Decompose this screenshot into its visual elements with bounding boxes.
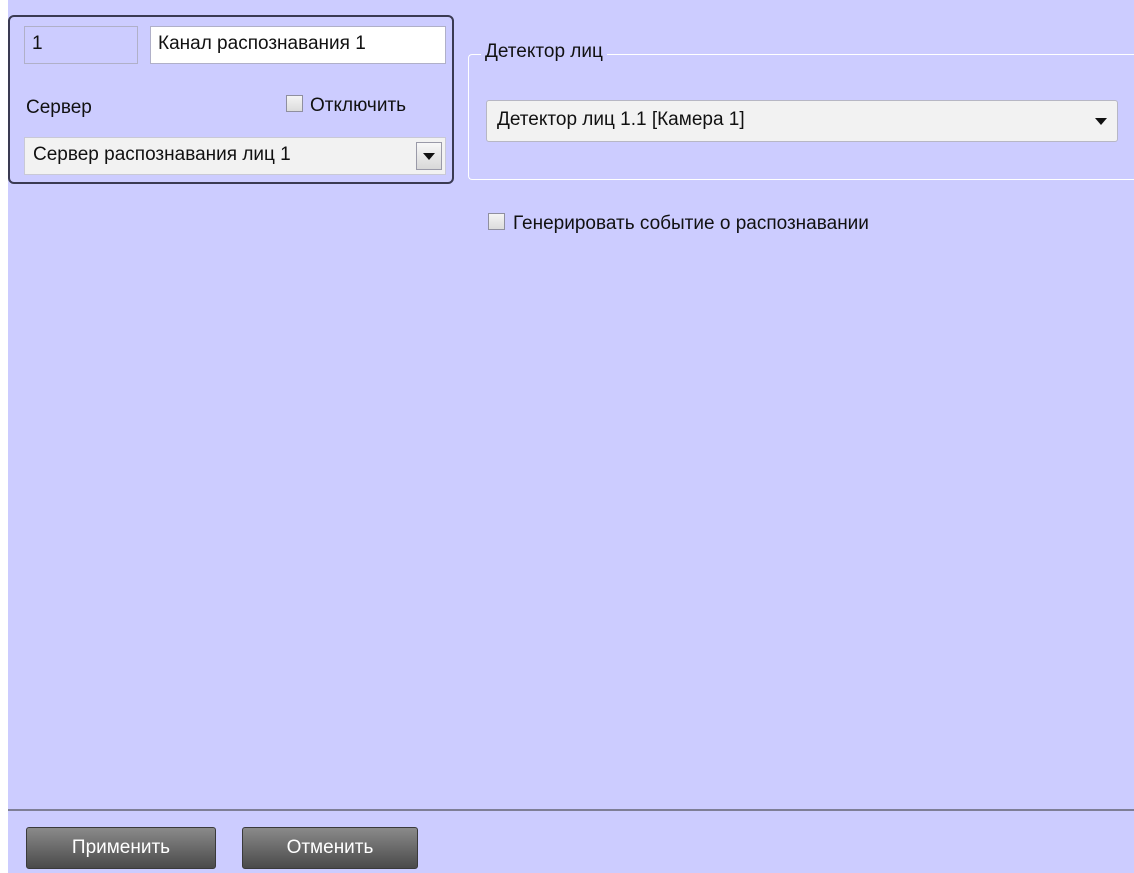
footer-bar: Применить Отменить bbox=[8, 809, 1134, 873]
face-detector-select[interactable]: Детектор лиц 1.1 [Камера 1] bbox=[486, 100, 1118, 142]
checkbox-icon[interactable] bbox=[488, 213, 505, 231]
server-label: Сервер bbox=[26, 97, 92, 118]
disable-checkbox[interactable]: Отключить bbox=[286, 95, 406, 117]
face-detector-group: Детектор лиц Детектор лиц 1.1 [Камера 1] bbox=[468, 41, 1134, 180]
object-name-field[interactable]: Канал распознавания 1 bbox=[150, 26, 446, 64]
chevron-down-icon bbox=[423, 152, 435, 160]
server-select-value: Сервер распознавания лиц 1 bbox=[33, 144, 291, 165]
cancel-button[interactable]: Отменить bbox=[242, 827, 418, 869]
face-detector-select-value: Детектор лиц 1.1 [Камера 1] bbox=[497, 109, 745, 130]
object-id-field[interactable]: 1 bbox=[24, 26, 138, 64]
apply-button[interactable]: Применить bbox=[26, 827, 216, 869]
generate-event-label: Генерировать событие о распознавании bbox=[513, 213, 869, 234]
server-select[interactable]: Сервер распознавания лиц 1 bbox=[24, 137, 446, 175]
server-select-button[interactable] bbox=[416, 142, 442, 170]
checkbox-icon[interactable] bbox=[286, 95, 303, 113]
disable-checkbox-label: Отключить bbox=[310, 95, 407, 116]
generate-event-checkbox[interactable]: Генерировать событие о распознавании bbox=[488, 213, 869, 235]
face-detector-group-legend: Детектор лиц bbox=[481, 41, 607, 63]
object-header-card: 1 Канал распознавания 1 Сервер Отключить… bbox=[8, 15, 454, 184]
chevron-down-icon[interactable] bbox=[1095, 118, 1107, 125]
